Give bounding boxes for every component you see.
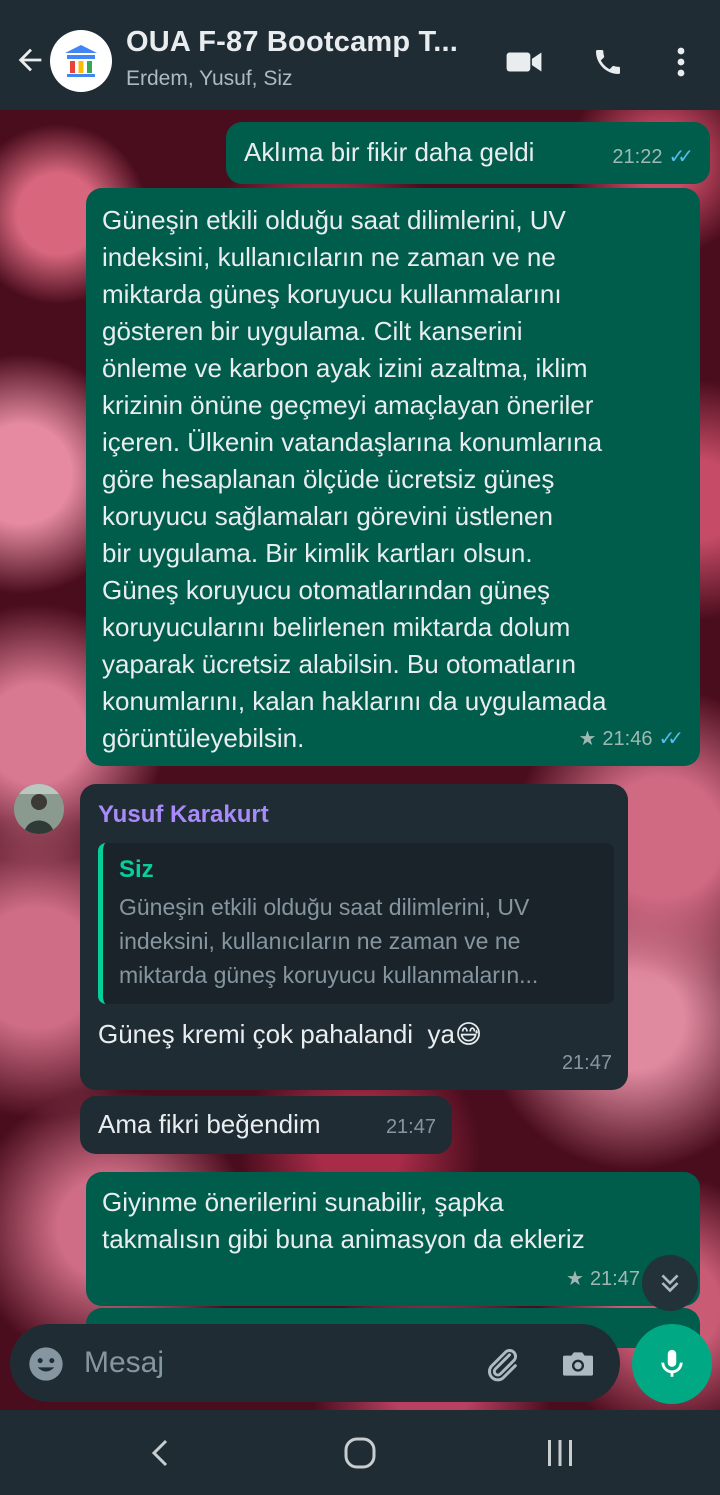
sender-name: Yusuf Karakurt bbox=[98, 801, 269, 828]
message-line: koruyucularını belirlenen miktarda dolum bbox=[102, 612, 571, 642]
message-line: koruyucu sağlamaları görevini üstlenen bbox=[102, 501, 553, 531]
quoted-text: Güneşin etkili olduğu saat dilimlerini, … bbox=[119, 890, 600, 992]
message-text: Güneşin etkili olduğu saat dilimlerini, … bbox=[102, 202, 692, 757]
message-incoming[interactable]: Yusuf Karakurt Siz Güneşin etkili olduğu… bbox=[80, 784, 628, 1090]
back-button[interactable] bbox=[10, 40, 50, 80]
message-time: 21:22 bbox=[612, 146, 663, 168]
message-line: takmalısın gibi buna animasyon da ekleri… bbox=[102, 1224, 585, 1254]
nav-recents-button[interactable] bbox=[540, 1430, 580, 1476]
message-outgoing[interactable]: Giyinme önerilerini sunabilir, şapka tak… bbox=[86, 1172, 700, 1306]
message-outgoing[interactable]: Güneşin etkili olduğu saat dilimlerini, … bbox=[86, 188, 700, 766]
attach-button[interactable] bbox=[482, 1344, 522, 1384]
message-input[interactable] bbox=[84, 1342, 464, 1384]
message-line: yaparak ücretsiz alabilsin. Bu otomatlar… bbox=[102, 649, 577, 679]
message-text: Giyinme önerilerini sunabilir, şapka tak… bbox=[102, 1184, 692, 1258]
nav-home-button[interactable] bbox=[336, 1430, 384, 1476]
message-line: içeren. Ülkenin vatandaşlarına konumları… bbox=[102, 427, 603, 457]
back-arrow-icon bbox=[18, 48, 42, 72]
sweat-smile-emoji: 😅 bbox=[454, 1019, 483, 1049]
quoted-sender: Siz bbox=[119, 856, 154, 883]
more-options-button[interactable] bbox=[664, 40, 698, 84]
emoji-icon bbox=[29, 1347, 63, 1381]
message-line: gösteren bir uygulama. Cilt kanserini bbox=[102, 316, 523, 346]
double-chevron-down-icon bbox=[661, 1274, 679, 1293]
chat-title-area[interactable]: OUA F-87 Bootcamp T... Erdem, Yusuf, Siz bbox=[126, 26, 486, 91]
message-line: Giyinme önerilerini sunabilir, şapka bbox=[102, 1187, 504, 1217]
message-text: Güneş kremi çok pahalandi ya😅 bbox=[98, 1016, 614, 1053]
nav-recents-icon bbox=[548, 1440, 572, 1466]
group-avatar[interactable] bbox=[50, 30, 112, 92]
message-incoming[interactable]: Ama fikri beğendim 21:47 bbox=[80, 1096, 452, 1154]
message-line: Güneşin etkili olduğu saat dilimlerini, … bbox=[102, 205, 566, 235]
google-logo-icon bbox=[65, 45, 97, 77]
message-line: önleme ve karbon ayak izini azaltma, ikl… bbox=[102, 353, 588, 383]
starred-icon: ★ bbox=[566, 1268, 584, 1290]
phone-icon bbox=[596, 50, 620, 74]
more-vert-icon bbox=[677, 47, 685, 77]
quoted-line: miktarda güneş koruyucu kullanmaların... bbox=[119, 962, 539, 988]
chat-title: OUA F-87 Bootcamp T... bbox=[126, 26, 459, 58]
message-line: miktarda güneş koruyucu kullanmalarını bbox=[102, 279, 562, 309]
quoted-message[interactable]: Siz Güneşin etkili olduğu saat dilimleri… bbox=[98, 843, 614, 1004]
message-line: göre hesaplanan ölçüde ücretsiz güneş bbox=[102, 464, 555, 494]
emoji-button[interactable] bbox=[26, 1344, 66, 1384]
message-line: Güneş koruyucu otomatlarından güneş bbox=[102, 575, 551, 605]
message-composer bbox=[10, 1324, 620, 1402]
message-meta: 21:47 bbox=[386, 1109, 436, 1146]
chat-participants: Erdem, Yusuf, Siz bbox=[126, 67, 293, 90]
avatar-photo bbox=[14, 784, 64, 834]
message-time: 21:47 bbox=[385, 1116, 436, 1138]
voice-message-button[interactable] bbox=[632, 1324, 712, 1404]
quoted-line: Güneşin etkili olduğu saat dilimlerini, … bbox=[119, 894, 530, 920]
message-outgoing[interactable]: Aklıma bir fikir daha geldi 21:22 ✓✓ bbox=[226, 122, 710, 184]
nav-back-button[interactable] bbox=[140, 1430, 180, 1476]
message-text: Ama fikri beğendim bbox=[98, 1109, 321, 1139]
read-ticks-icon: ✓✓ bbox=[668, 146, 693, 168]
nav-back-icon bbox=[151, 1439, 168, 1467]
message-meta: ★ 21:47 bbox=[566, 1261, 640, 1298]
scroll-to-bottom-button[interactable] bbox=[642, 1255, 698, 1311]
message-text-content: Güneş kremi çok pahalandi ya bbox=[98, 1019, 455, 1049]
message-meta: 21:22 ✓✓ bbox=[612, 139, 694, 176]
chat-background[interactable]: Aklıma bir fikir daha geldi 21:22 ✓✓ Gün… bbox=[0, 110, 720, 1410]
camera-button[interactable] bbox=[558, 1344, 598, 1384]
message-line: indeksini, kullanıcıların ne zaman ve ne bbox=[102, 242, 556, 272]
message-time: 21:47 bbox=[589, 1268, 640, 1290]
message-line: bir uygulama. Bir kimlik kartları olsun. bbox=[102, 538, 533, 568]
message-meta: 21:47 bbox=[562, 1045, 612, 1082]
contact-avatar[interactable] bbox=[14, 784, 64, 834]
message-time: 21:47 bbox=[561, 1052, 612, 1074]
video-call-button[interactable] bbox=[502, 40, 546, 84]
system-navigation-bar bbox=[0, 1410, 720, 1495]
paperclip-icon bbox=[488, 1348, 518, 1382]
message-meta: ★ 21:46 ✓✓ bbox=[578, 721, 684, 758]
message-time: 21:46 bbox=[602, 728, 653, 750]
starred-icon: ★ bbox=[578, 728, 597, 750]
nav-home-icon bbox=[344, 1437, 376, 1469]
quoted-line: indeksini, kullanıcıların ne zaman ve ne bbox=[119, 928, 521, 954]
microphone-icon bbox=[661, 1349, 683, 1377]
message-line: krizinin önüne geçmeyi amaçlayan önerile… bbox=[102, 390, 594, 420]
video-call-icon bbox=[506, 52, 542, 72]
read-ticks-icon: ✓✓ bbox=[658, 728, 683, 750]
camera-icon bbox=[563, 1352, 593, 1376]
chat-header: OUA F-87 Bootcamp T... Erdem, Yusuf, Siz bbox=[0, 0, 720, 110]
message-line: konumlarını, kalan haklarını da uygulama… bbox=[102, 686, 607, 716]
voice-call-button[interactable] bbox=[586, 40, 630, 84]
message-text: Aklıma bir fikir daha geldi bbox=[244, 137, 535, 167]
